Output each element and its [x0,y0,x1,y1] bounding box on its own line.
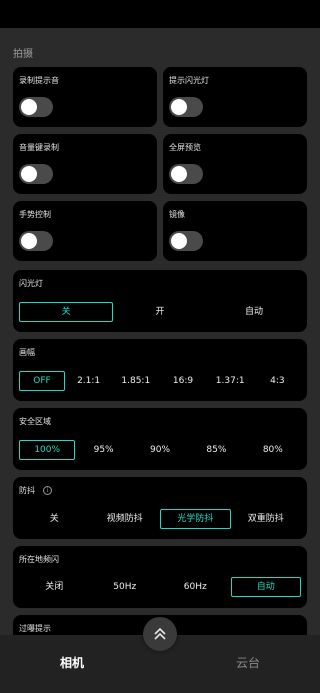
tab-camera[interactable]: 相机 [60,654,84,671]
volume-record-label: 音量键录制 [19,143,59,152]
record-sound-label: 录制提示音 [19,76,59,85]
expand-button[interactable] [143,617,177,651]
stabilization-option-off[interactable]: 关 [19,509,90,529]
flicker-option-off[interactable]: 关闭 [19,577,90,597]
record-sound-card: 录制提示音 [13,67,157,127]
record-sound-toggle[interactable] [19,97,53,117]
safe-area-card: 安全区域 100% 95% 90% 85% 80% [13,408,307,470]
frame-option-1-85[interactable]: 1.85:1 [112,371,159,391]
stabilization-option-optical[interactable]: 光学防抖 [160,509,231,529]
safe-area-option-80[interactable]: 80% [245,440,301,460]
frame-option-off[interactable]: OFF [19,371,65,391]
volume-record-toggle[interactable] [19,164,53,184]
info-icon[interactable]: i [43,486,52,495]
mirror-card: 镜像 [163,201,307,261]
flash-option-off[interactable]: 关 [19,302,113,322]
flicker-label: 所在地频闪 [19,555,59,564]
stabilization-label: 防抖 [19,486,35,495]
flash-label: 闪光灯 [19,279,43,288]
safe-area-label: 安全区域 [19,417,51,426]
fullscreen-preview-card: 全屏预览 [163,134,307,194]
flicker-option-auto[interactable]: 自动 [230,577,301,597]
safe-area-option-100[interactable]: 100% [19,440,76,460]
toggle-knob [21,99,37,115]
toggle-knob [171,99,187,115]
status-bar [0,0,320,28]
stabilization-option-dual[interactable]: 双重防抖 [231,509,302,529]
flicker-option-50hz[interactable]: 50Hz [90,577,161,597]
frame-option-2-1[interactable]: 2.1:1 [65,371,112,391]
fullscreen-preview-toggle[interactable] [169,164,203,184]
frame-label: 画幅 [19,348,35,357]
fullscreen-preview-label: 全屏预览 [169,143,201,152]
tab-gimbal[interactable]: 云台 [236,654,260,671]
frame-option-16-9[interactable]: 16:9 [159,371,206,391]
double-chevron-up-icon [154,627,166,640]
flicker-card: 所在地频闪 关闭 50Hz 60Hz 自动 [13,546,307,608]
gesture-control-label: 手势控制 [19,210,51,219]
overexposure-label: 过曝提示 [19,624,51,633]
frame-option-4-3[interactable]: 4:3 [254,371,301,391]
flash-option-auto[interactable]: 自动 [207,302,301,322]
flash-hint-card: 提示闪光灯 [163,67,307,127]
safe-area-option-85[interactable]: 85% [188,440,244,460]
flicker-option-60hz[interactable]: 60Hz [160,577,231,597]
toggle-knob [21,166,37,182]
section-title: 拍摄 [13,49,33,60]
gesture-control-toggle[interactable] [19,231,53,251]
volume-record-card: 音量键录制 [13,134,157,194]
stabilization-option-video[interactable]: 视频防抖 [90,509,161,529]
mirror-label: 镜像 [169,210,185,219]
toggle-knob [21,233,37,249]
safe-area-option-90[interactable]: 90% [132,440,188,460]
mirror-toggle[interactable] [169,231,203,251]
stabilization-header: 防抖 i [19,485,52,496]
stabilization-card: 防抖 i 关 视频防抖 光学防抖 双重防抖 [13,477,307,539]
flash-hint-toggle[interactable] [169,97,203,117]
gesture-control-card: 手势控制 [13,201,157,261]
frame-option-1-37[interactable]: 1.37:1 [207,371,254,391]
toggle-knob [171,233,187,249]
frame-card: 画幅 OFF 2.1:1 1.85:1 16:9 1.37:1 4:3 [13,339,307,401]
flash-option-on[interactable]: 开 [113,302,207,322]
safe-area-option-95[interactable]: 95% [75,440,131,460]
toggle-knob [171,166,187,182]
flash-hint-label: 提示闪光灯 [169,76,209,85]
flash-card: 闪光灯 关 开 自动 [13,270,307,332]
